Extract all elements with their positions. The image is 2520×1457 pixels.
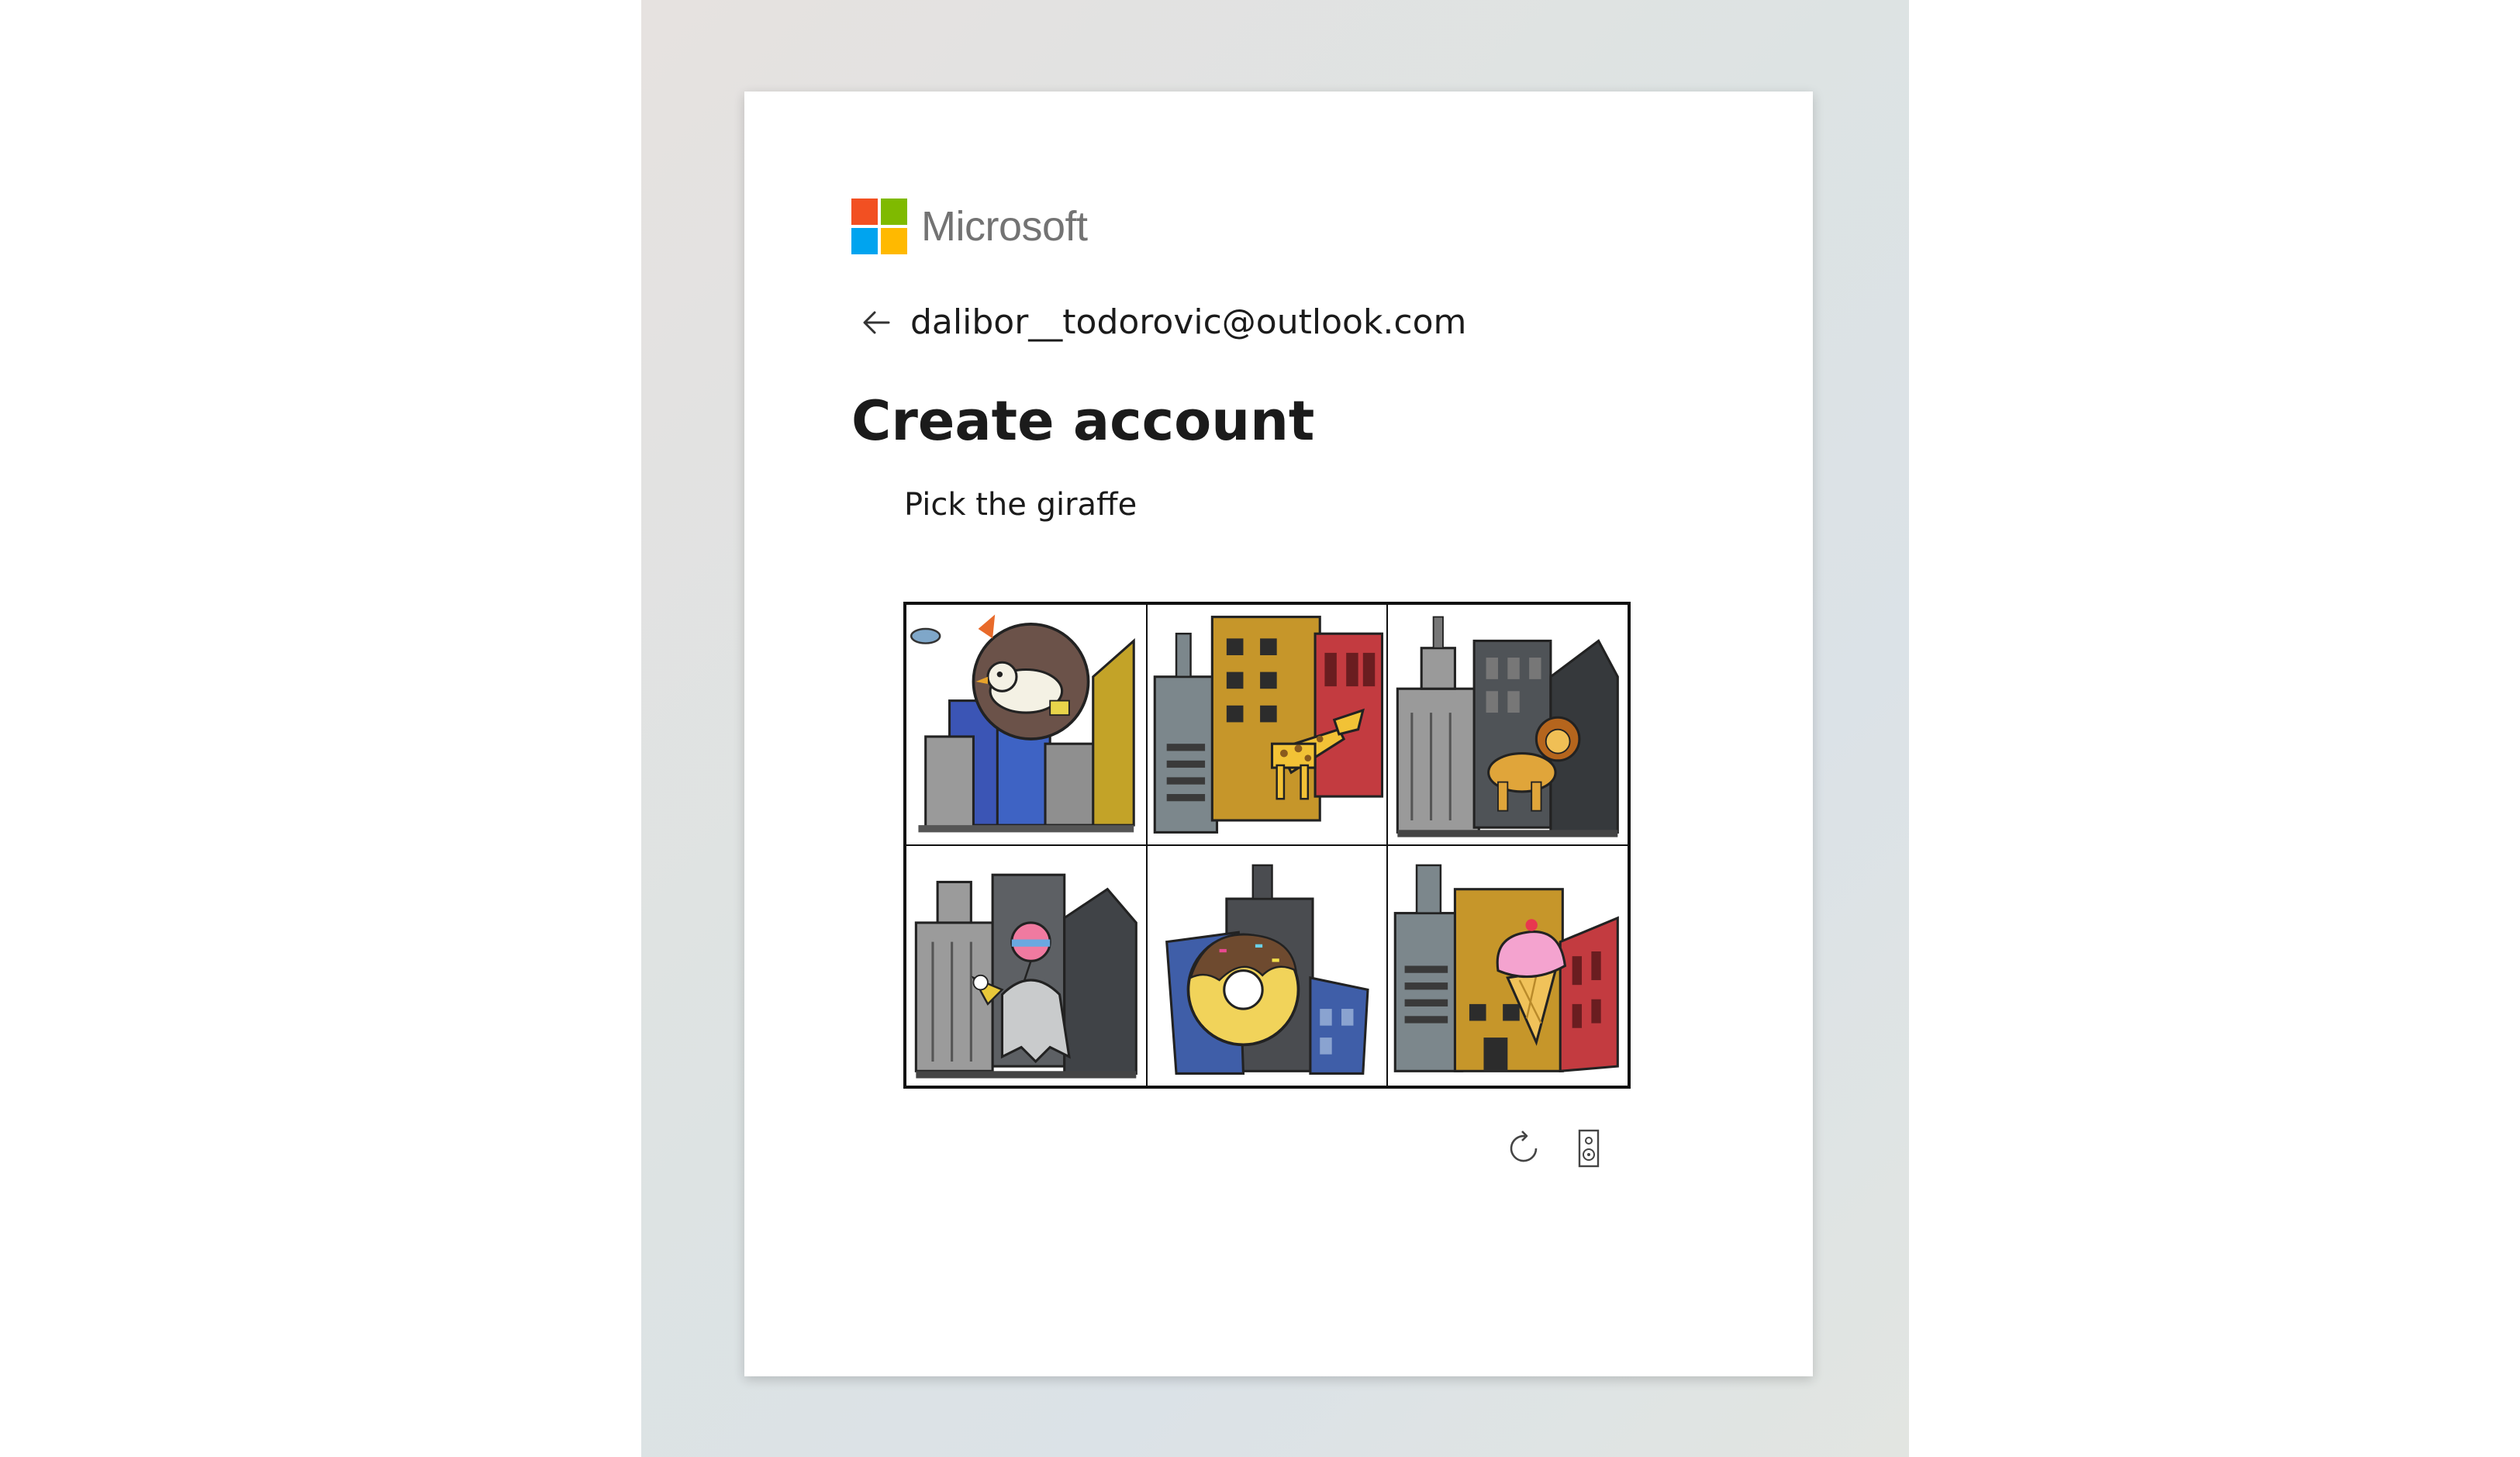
speaker-icon	[1578, 1129, 1600, 1168]
signup-card: Microsoft dalibor__todorovic@outlook.com…	[744, 91, 1813, 1376]
page-title: Create account	[851, 389, 1315, 453]
brand-name: Microsoft	[921, 203, 1088, 250]
logo-square-red	[851, 199, 878, 225]
refresh-button[interactable]	[1501, 1126, 1546, 1171]
captcha-tile-donut[interactable]	[1146, 845, 1388, 1086]
donut-image	[1165, 864, 1369, 1075]
captcha-tile-ice-cream[interactable]	[1387, 845, 1628, 1086]
microsoft-logo-icon	[851, 199, 907, 254]
ice-cream-image	[1394, 864, 1620, 1072]
refresh-icon	[1510, 1131, 1538, 1162]
microsoft-logo: Microsoft	[851, 199, 1088, 254]
identity-email: dalibor__todorovic@outlook.com	[910, 302, 1467, 342]
captcha-grid	[903, 602, 1631, 1089]
audio-challenge-button[interactable]	[1566, 1126, 1611, 1171]
challenge-prompt: Pick the giraffe	[904, 487, 1137, 523]
captcha-tile-giraffe[interactable]	[1146, 604, 1388, 845]
logo-square-green	[881, 199, 907, 225]
ghost-image	[914, 873, 1137, 1079]
captcha-tile-ghost[interactable]	[906, 845, 1147, 1086]
captcha-tile-bird[interactable]	[906, 604, 1147, 845]
logo-square-yellow	[881, 228, 907, 254]
logo-square-blue	[851, 228, 878, 254]
lion-image	[1396, 616, 1620, 837]
arrow-left-icon	[863, 311, 890, 333]
identity-banner: dalibor__todorovic@outlook.com	[859, 302, 1466, 342]
back-button[interactable]	[859, 306, 893, 340]
captcha-controls	[1501, 1126, 1611, 1171]
captcha-tile-lion[interactable]	[1387, 604, 1628, 845]
giraffe-image	[1153, 616, 1383, 834]
bird-image	[910, 614, 1135, 833]
